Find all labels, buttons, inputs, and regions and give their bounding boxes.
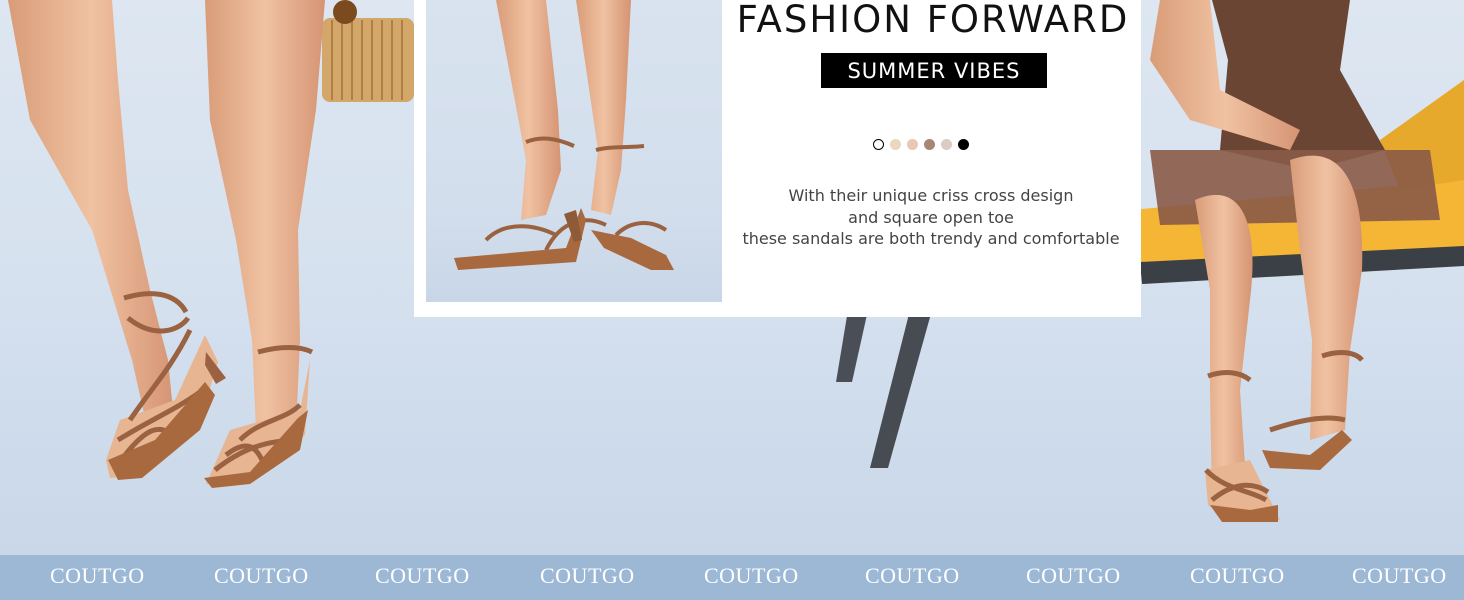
brand-wordmark: COUTGO [865, 563, 960, 588]
color-swatch-beige[interactable] [890, 139, 901, 150]
color-swatch-black[interactable] [958, 139, 969, 150]
color-swatch-taupe[interactable] [941, 139, 952, 150]
description-line: these sandals are both trendy and comfor… [742, 229, 1120, 248]
description-line: and square open toe [848, 207, 1014, 227]
bamboo-bag [322, 0, 414, 102]
description-line: With their unique criss cross design [788, 186, 1074, 205]
product-photo [426, 0, 722, 302]
brand-wordmark: COUTGO [704, 563, 799, 588]
brand-wordmark: COUTGO [1190, 563, 1285, 588]
brand-wordmark: COUTGO [375, 563, 470, 588]
color-swatch-list [873, 139, 969, 151]
sandal-closeup-illustration [454, 0, 674, 270]
left-model-legs [8, 0, 325, 488]
color-swatch-nude[interactable] [907, 139, 918, 150]
brand-wordmark: COUTGO [214, 563, 309, 588]
brand-wordmark: COUTGO [540, 563, 635, 588]
color-swatch-brown[interactable] [924, 139, 935, 150]
product-description: With their unique criss cross design and… [728, 185, 1134, 250]
tagline-badge: SUMMER VIBES [821, 53, 1047, 88]
brand-wordmark: COUTGO [50, 563, 145, 588]
brand-wordmark: COUTGO [1352, 563, 1447, 588]
color-swatch-white[interactable] [873, 139, 884, 150]
brand-footer-strip: COUTGO COUTGO COUTGO COUTGO COUTGO COUTG… [0, 555, 1464, 600]
headline: FASHION FORWARD [736, 0, 1130, 41]
brand-wordmark: COUTGO [1026, 563, 1121, 588]
